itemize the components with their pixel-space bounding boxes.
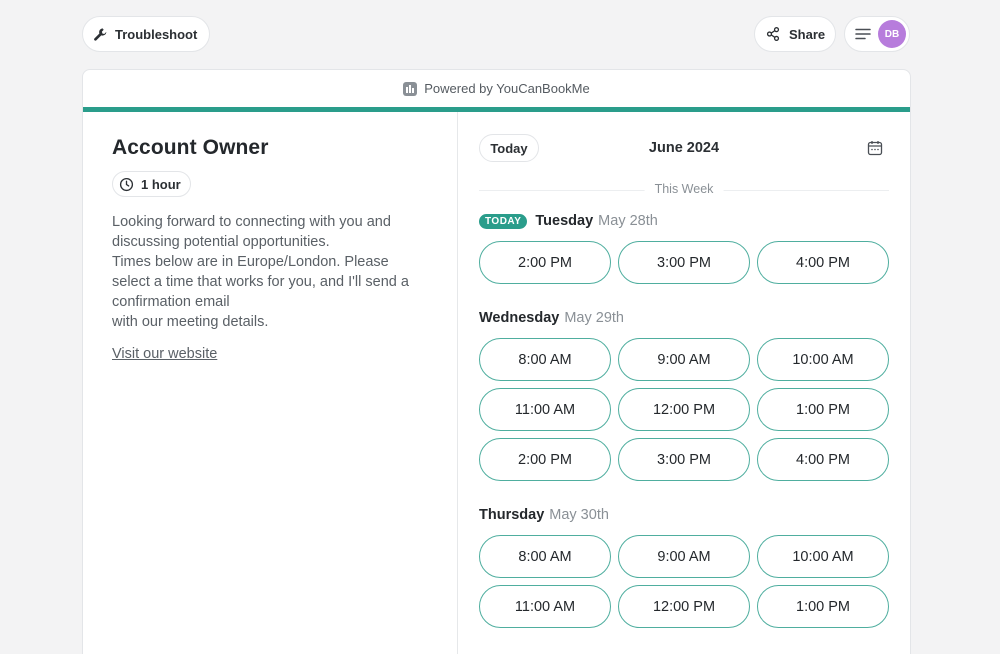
share-label: Share [789, 26, 826, 42]
time-slot-button[interactable]: 10:00 AM [757, 338, 889, 381]
weekday-name: Tuesday [535, 213, 594, 229]
event-title: Account Owner [112, 136, 269, 159]
duration-badge: 1 hour [112, 171, 191, 197]
time-slot-button[interactable]: 9:00 AM [618, 338, 750, 381]
wrench-icon [94, 27, 107, 41]
time-slot-button[interactable]: 9:00 AM [618, 535, 750, 578]
time-slot-button[interactable]: 3:00 PM [618, 438, 750, 481]
time-slots: 2:00 PM 3:00 PM 4:00 PM [479, 241, 889, 284]
day-tuesday: TODAY Tuesday May 28th 2:00 PM 3:00 PM 4… [479, 211, 889, 284]
description-line: Looking forward to connecting with you a… [112, 214, 391, 230]
calendar-icon[interactable] [867, 140, 883, 156]
week-separator: This Week [479, 180, 889, 200]
time-slot-button[interactable]: 11:00 AM [479, 585, 611, 628]
duration-text: 1 hour [141, 176, 181, 192]
time-slot-button[interactable]: 10:00 AM [757, 535, 889, 578]
weekday-name: Thursday [479, 507, 545, 523]
time-slot-button[interactable]: 11:00 AM [479, 388, 611, 431]
time-slot-button[interactable]: 8:00 AM [479, 338, 611, 381]
time-slot-button[interactable]: 4:00 PM [757, 438, 889, 481]
time-slot-button[interactable]: 3:00 PM [618, 241, 750, 284]
description-line: select a time that works for you, and I'… [112, 274, 409, 290]
powered-by-banner[interactable]: Powered by YouCanBookMe [83, 70, 910, 112]
time-slot-button[interactable]: 4:00 PM [757, 241, 889, 284]
today-badge: TODAY [479, 213, 528, 229]
day-wednesday: Wednesday May 29th 8:00 AM 9:00 AM 10:00… [479, 308, 889, 481]
day-date: May 29th [564, 310, 624, 326]
share-button[interactable]: Share [754, 16, 836, 52]
month-label: June 2024 [648, 140, 720, 156]
youcanbookme-logo-icon [403, 81, 418, 96]
time-slot-button[interactable]: 1:00 PM [757, 585, 889, 628]
powered-by-text: Powered by YouCanBookMe [424, 81, 590, 96]
time-slot-button[interactable]: 8:00 AM [479, 535, 611, 578]
hamburger-menu-icon [855, 28, 871, 40]
time-slot-button[interactable]: 2:00 PM [479, 438, 611, 481]
time-slots: 8:00 AM 9:00 AM 10:00 AM 11:00 AM 12:00 … [479, 338, 889, 481]
day-heading: TODAY Tuesday May 28th [479, 211, 889, 231]
account-menu-button[interactable]: DB [844, 16, 910, 52]
time-slot-button[interactable]: 1:00 PM [757, 388, 889, 431]
day-heading: Wednesday May 29th [479, 308, 889, 328]
time-slot-button[interactable]: 12:00 PM [618, 388, 750, 431]
day-heading: Thursday May 30th [479, 505, 889, 525]
description-line: discussing potential opportunities. [112, 234, 330, 250]
calendar-header: Today June 2024 [479, 112, 889, 182]
avatar: DB [878, 20, 906, 48]
day-thursday: Thursday May 30th 8:00 AM 9:00 AM 10:00 … [479, 505, 889, 628]
visit-website-link[interactable]: Visit our website [112, 346, 217, 362]
share-icon [766, 27, 780, 41]
description-line: Times below are in Europe/London. Please [112, 254, 389, 270]
clock-icon [119, 177, 134, 191]
troubleshoot-button[interactable]: Troubleshoot [82, 16, 210, 52]
day-date: May 30th [549, 507, 609, 523]
week-label: This Week [644, 182, 724, 196]
event-details-panel: Account Owner 1 hour Looking forward to … [83, 112, 458, 654]
event-description: Looking forward to connecting with you a… [112, 212, 437, 332]
day-date: May 28th [598, 213, 658, 229]
time-slots: 8:00 AM 9:00 AM 10:00 AM 11:00 AM 12:00 … [479, 535, 889, 628]
weekday-name: Wednesday [479, 310, 560, 326]
description-line: confirmation email [112, 294, 230, 310]
description-line: with our meeting details. [112, 314, 269, 330]
troubleshoot-label: Troubleshoot [115, 26, 198, 42]
booking-card: Powered by YouCanBookMe Account Owner 1 … [82, 69, 911, 654]
time-slot-button[interactable]: 12:00 PM [618, 585, 750, 628]
calendar-panel: Today June 2024 This Week TODAY Tuesday … [479, 112, 889, 654]
time-slot-button[interactable]: 2:00 PM [479, 241, 611, 284]
